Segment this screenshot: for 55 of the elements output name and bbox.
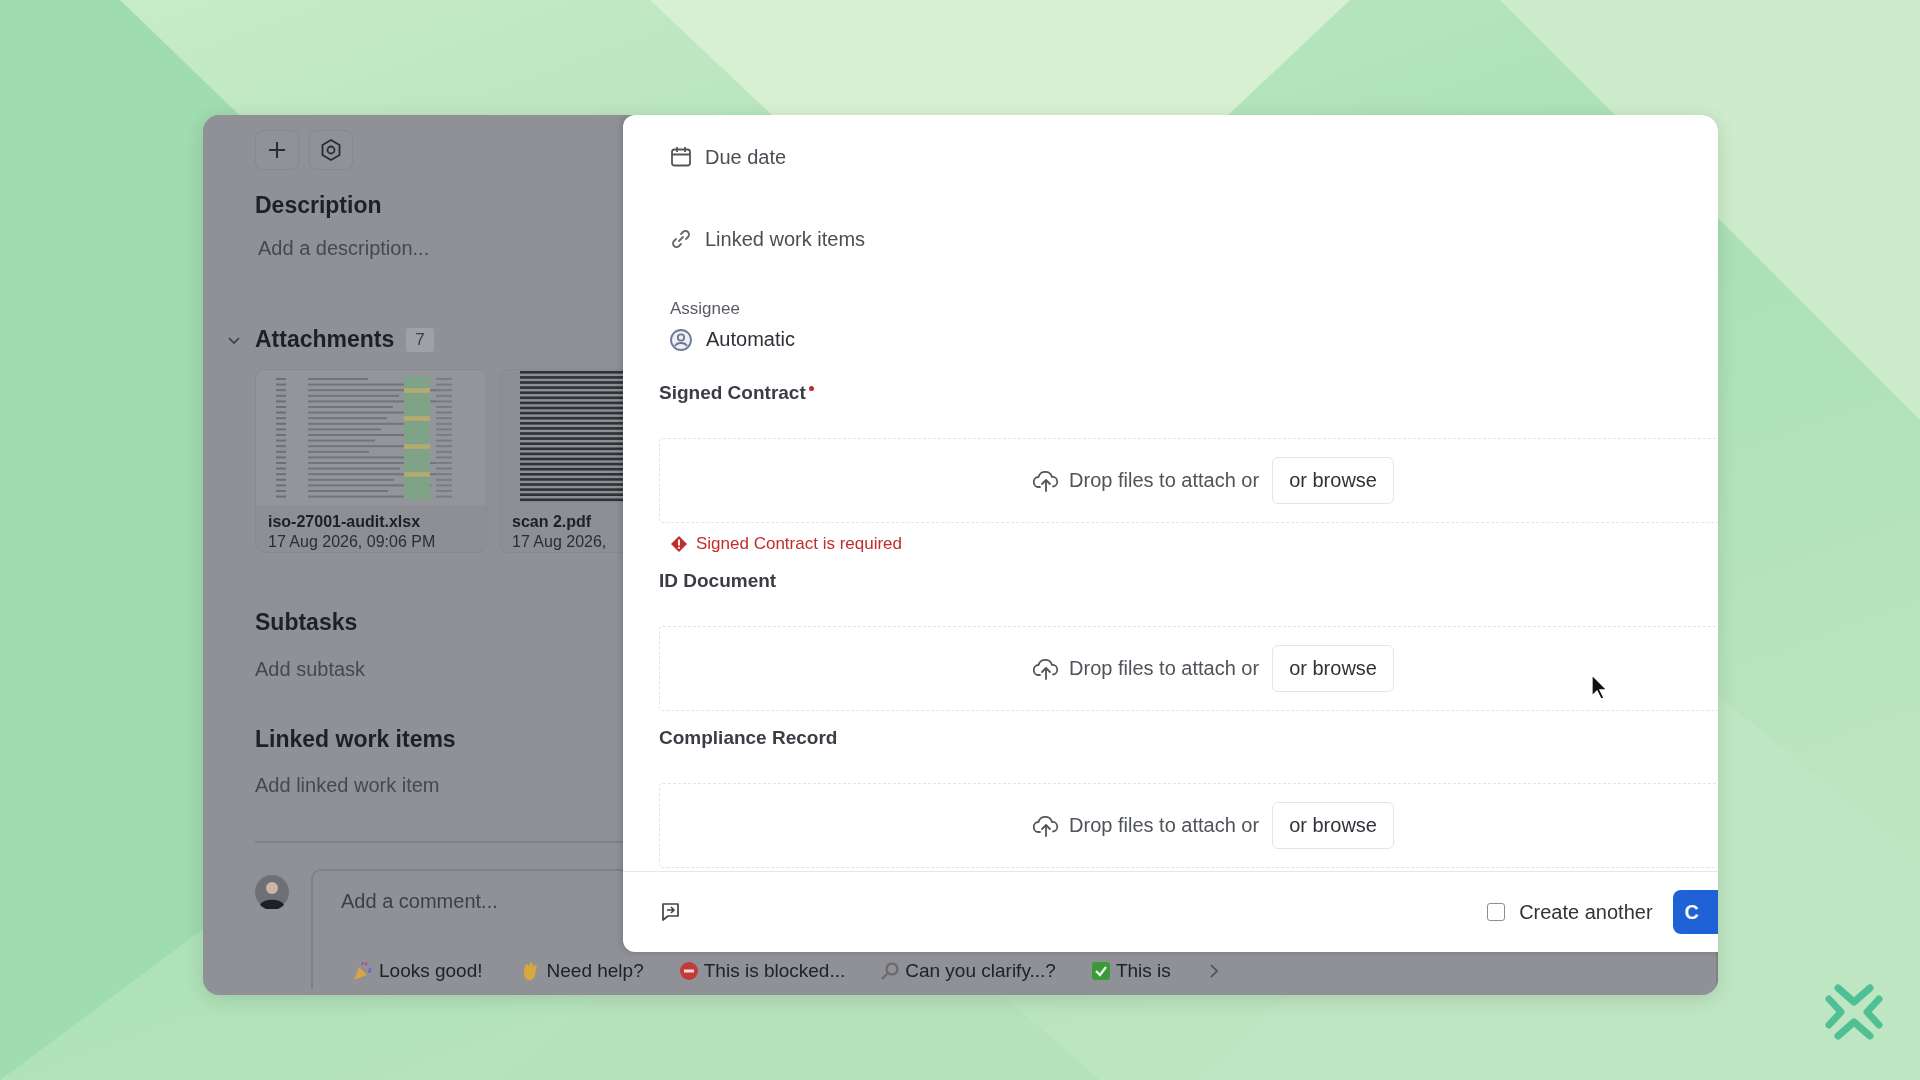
- attachment-card[interactable]: iso-27001-audit.xlsx 17 Aug 2026, 09:06 PM: [255, 369, 487, 553]
- link-icon: [670, 228, 692, 250]
- party-popper-icon: [351, 960, 373, 982]
- assignee-select[interactable]: Automatic: [706, 328, 795, 351]
- drop-zone[interactable]: Drop files to attach or or browse: [659, 626, 1718, 711]
- file-date: 17 Aug 2026,: [512, 533, 607, 551]
- checkbox-label: Create another: [1519, 900, 1653, 924]
- checkbox[interactable]: [1487, 903, 1506, 921]
- upload-icon: [1033, 468, 1060, 493]
- field-button[interactable]: Linked work items: [705, 227, 866, 251]
- logo-icon: [1824, 982, 1884, 1042]
- check-mark-icon: [1091, 962, 1110, 980]
- settings-button[interactable]: [309, 130, 353, 170]
- message-arrow-icon[interactable]: [659, 901, 681, 923]
- comment-input[interactable]: Add a comment...: [339, 889, 603, 914]
- drop-zone[interactable]: Drop files to attach or or browse: [659, 783, 1718, 868]
- field-label: Compliance Record: [659, 727, 838, 749]
- count-badge: 7: [406, 327, 434, 352]
- settings-icon: [319, 138, 343, 162]
- drop-prompt: Drop files to attach or: [1069, 814, 1260, 837]
- error-icon: [670, 535, 688, 553]
- add-subtask-link[interactable]: Add subtask: [255, 658, 366, 681]
- add-button[interactable]: [255, 130, 299, 170]
- drop-prompt: Drop files to attach or: [1069, 469, 1260, 492]
- avatar-icon: [255, 875, 289, 909]
- reaction-button[interactable]: Need help?: [518, 960, 644, 982]
- browse-button[interactable]: or browse: [1272, 645, 1394, 692]
- file-name: iso-27001-audit.xlsx: [268, 513, 421, 531]
- stop-sign-icon: [679, 962, 698, 980]
- reaction-button[interactable]: This is: [1091, 960, 1171, 982]
- description-field[interactable]: Add a description...: [258, 237, 430, 260]
- browse-button[interactable]: or browse: [1272, 802, 1394, 849]
- magnifier-icon: [881, 962, 900, 980]
- reaction-button[interactable]: Looks good!: [351, 960, 483, 982]
- drop-zone[interactable]: Drop files to attach or or browse: [659, 438, 1718, 523]
- upload-icon: [1033, 813, 1060, 838]
- create-button[interactable]: C: [1672, 890, 1718, 934]
- field-label: ID Document: [659, 570, 777, 592]
- upload-icon: [1033, 656, 1060, 681]
- browse-button[interactable]: or browse: [1272, 457, 1394, 504]
- field-button[interactable]: Due date: [705, 145, 787, 169]
- section-heading: Description: [255, 192, 382, 219]
- user-icon: [670, 328, 692, 351]
- reaction-button[interactable]: Can you clarify...?: [881, 960, 1056, 982]
- calendar-icon: [670, 146, 692, 168]
- reaction-button[interactable]: This is blocked...: [679, 960, 846, 982]
- add-linked-item-link[interactable]: Add linked work item: [255, 774, 440, 797]
- section-heading: Subtasks: [255, 609, 358, 636]
- field-label: Assignee: [670, 299, 740, 319]
- file-name: scan 2.pdf: [512, 513, 592, 531]
- section-heading: Linked work items: [255, 726, 456, 753]
- plus-icon: [266, 139, 288, 161]
- section-heading: Attachments: [255, 326, 395, 353]
- file-date: 17 Aug 2026, 09:06 PM: [268, 533, 436, 551]
- drop-prompt: Drop files to attach or: [1069, 657, 1260, 680]
